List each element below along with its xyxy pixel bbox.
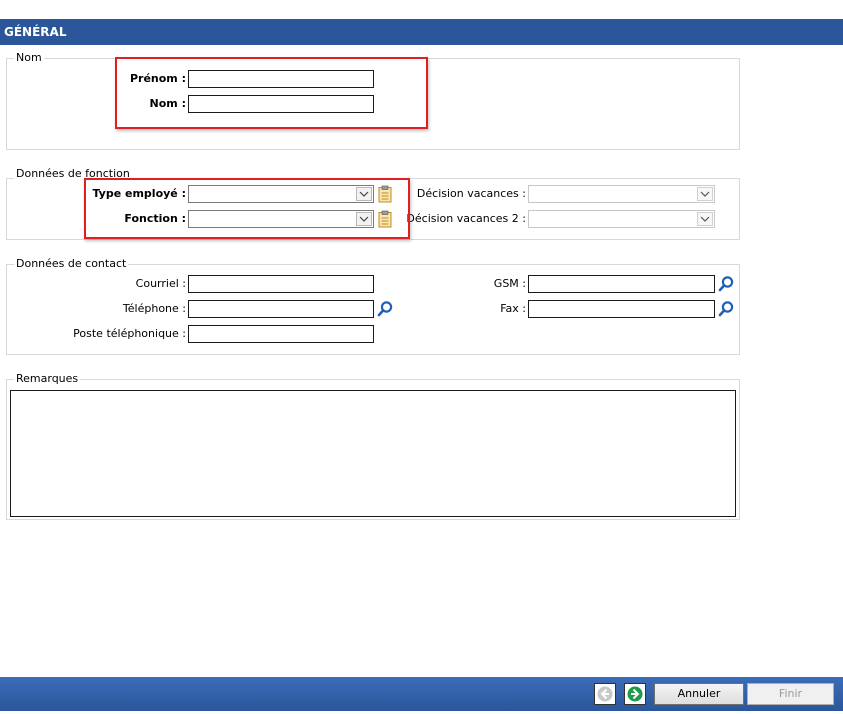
telephone-label: Téléphone : — [122, 302, 186, 315]
arrow-left-icon — [595, 686, 615, 707]
decision-vacances-select[interactable] — [528, 185, 715, 203]
remarques-textarea[interactable] — [10, 390, 736, 517]
finish-button[interactable]: Finir — [747, 683, 834, 705]
section-header: GÉNÉRAL — [0, 19, 843, 45]
poste-telephonique-input[interactable] — [188, 325, 374, 343]
previous-button[interactable] — [594, 683, 616, 705]
arrow-right-icon — [625, 686, 645, 707]
courriel-label: Courriel : — [135, 277, 186, 290]
cancel-button[interactable]: Annuler — [654, 683, 744, 705]
poste-telephonique-label: Poste téléphonique : — [73, 327, 186, 340]
telephone-input[interactable] — [188, 300, 374, 318]
search-icon[interactable] — [718, 275, 734, 296]
nom-group-legend: Nom — [14, 51, 44, 65]
gsm-input[interactable] — [528, 275, 715, 293]
fax-input[interactable] — [528, 300, 715, 318]
contact-group-legend: Données de contact — [14, 257, 129, 271]
search-icon[interactable] — [718, 300, 734, 321]
decision-vacances-2-select[interactable] — [528, 210, 715, 228]
chevron-down-icon[interactable] — [697, 212, 713, 226]
decision-vacances-label: Décision vacances : — [416, 187, 526, 200]
fax-label: Fax : — [500, 302, 526, 315]
section-title: GÉNÉRAL — [4, 25, 67, 39]
remarques-group-legend: Remarques — [14, 372, 81, 386]
search-icon[interactable] — [377, 300, 393, 321]
chevron-down-icon[interactable] — [697, 187, 713, 201]
highlight-box-function — [84, 178, 410, 239]
gsm-label: GSM : — [493, 277, 526, 290]
next-button[interactable] — [624, 683, 646, 705]
highlight-box-name — [115, 57, 428, 129]
courriel-input[interactable] — [188, 275, 374, 293]
decision-vacances-2-label: Décision vacances 2 : — [406, 212, 526, 225]
